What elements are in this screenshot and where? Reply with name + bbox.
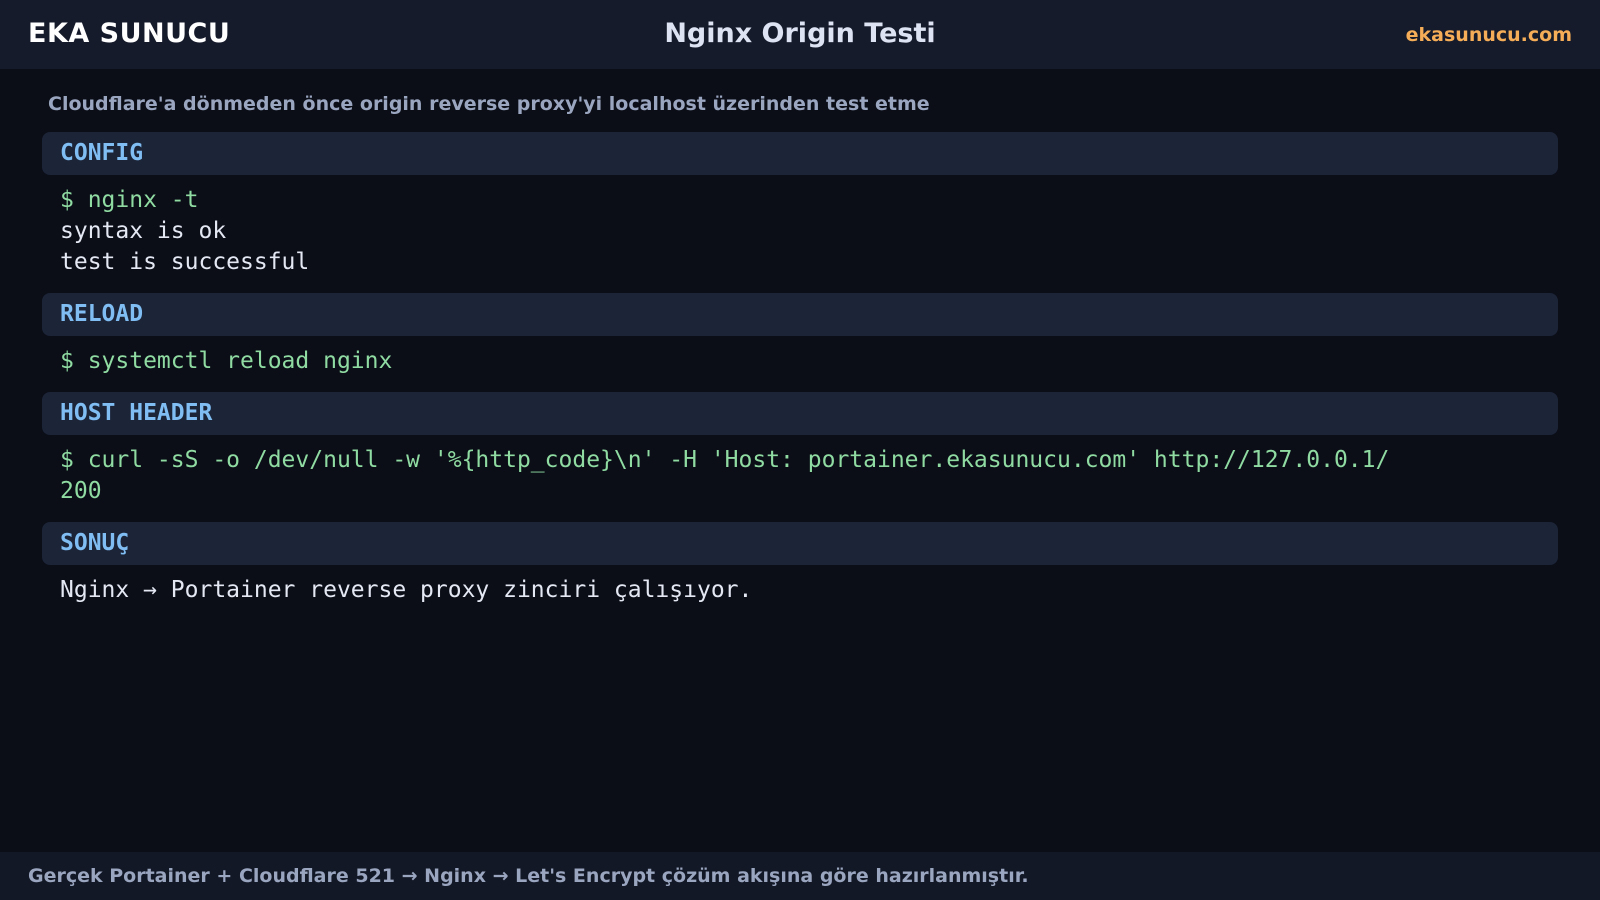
section-header-config: CONFIG [42, 132, 1558, 175]
terminal-command: $ systemctl reload nginx [60, 348, 393, 374]
section-title: HOST HEADER [60, 400, 213, 426]
terminal-output-status-code: 200 [60, 478, 102, 504]
footer-bar: Gerçek Portainer + Cloudflare 521 → Ngin… [0, 852, 1600, 900]
terminal-output: test is successful [60, 249, 310, 275]
terminal-output: syntax is ok [60, 218, 227, 244]
site-link[interactable]: ekasunucu.com [1406, 22, 1572, 48]
section-title: CONFIG [60, 140, 144, 166]
page-subtitle: Cloudflare'a dönmeden önce origin revers… [48, 93, 930, 115]
top-bar: EKA SUNUCU Nginx Origin Testi ekasunucu.… [0, 0, 1600, 69]
section-title: RELOAD [60, 301, 144, 327]
section-title: SONUÇ [60, 530, 130, 556]
result-text: Nginx → Portainer reverse proxy zinciri … [60, 577, 753, 603]
terminal-command: $ curl -sS -o /dev/null -w '%{http_code}… [60, 447, 1390, 473]
page-title: Nginx Origin Testi [664, 18, 936, 49]
footer-text: Gerçek Portainer + Cloudflare 521 → Ngin… [28, 865, 1029, 887]
terminal-command: $ nginx -t [60, 187, 199, 213]
section-header-result: SONUÇ [42, 522, 1558, 565]
section-header-reload: RELOAD [42, 293, 1558, 336]
section-header-host-header: HOST HEADER [42, 392, 1558, 435]
